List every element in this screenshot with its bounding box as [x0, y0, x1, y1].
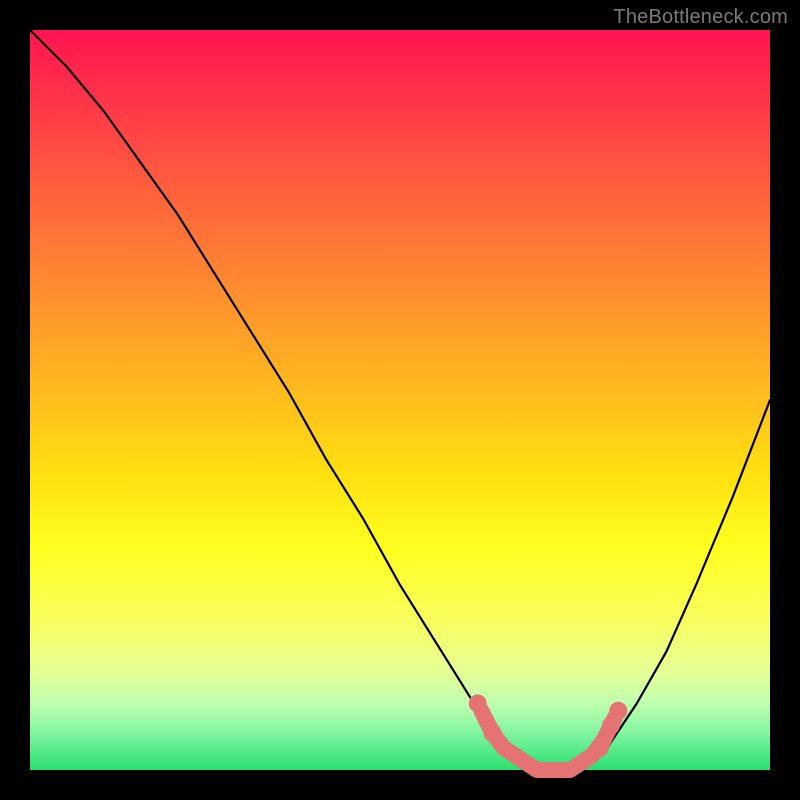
optimal-zone-dots — [469, 694, 628, 756]
optimal-zone-dot — [591, 739, 609, 757]
optimal-zone-band — [481, 711, 614, 770]
watermark-text: TheBottleneck.com — [613, 6, 788, 29]
optimal-zone-dot — [484, 724, 502, 742]
chart-frame: TheBottleneck.com — [0, 0, 800, 800]
optimal-zone-dot — [609, 702, 627, 720]
optimal-zone-dot — [469, 694, 487, 712]
bottleneck-curve — [30, 30, 770, 770]
chart-svg — [30, 30, 770, 770]
